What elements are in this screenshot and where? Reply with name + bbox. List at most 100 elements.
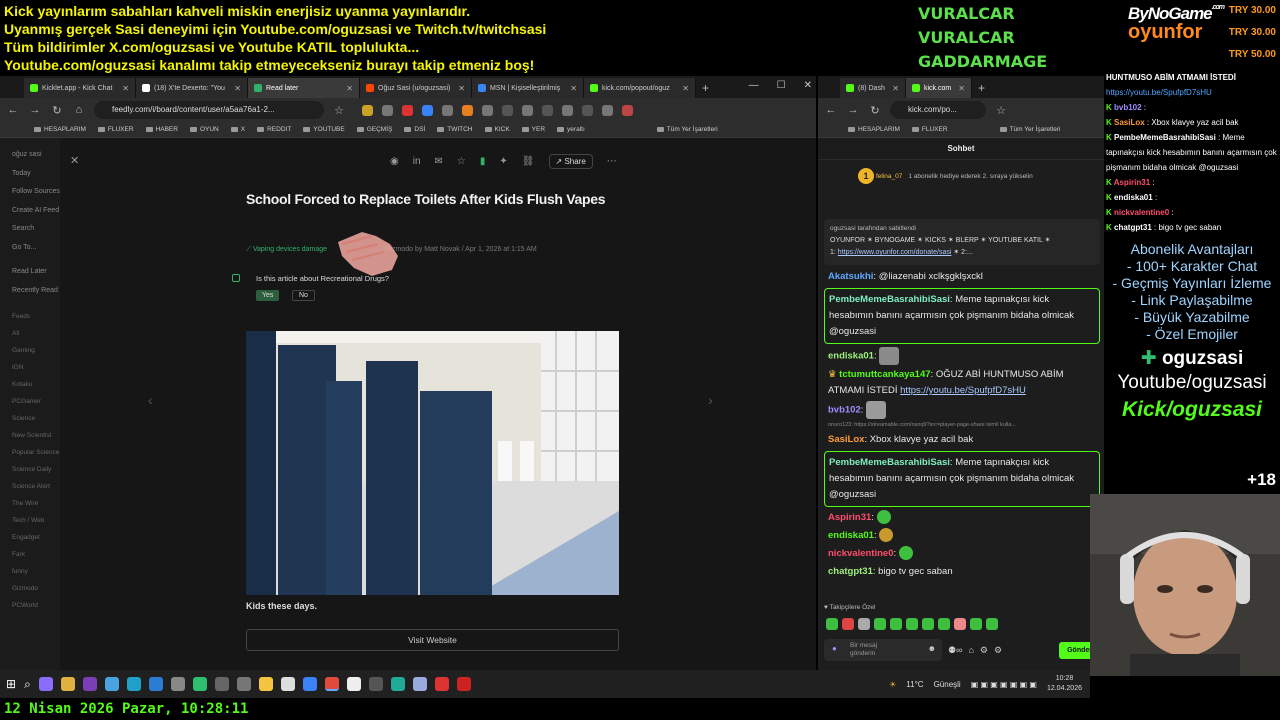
app-icon[interactable] xyxy=(126,677,141,691)
bookmark-item[interactable]: TWITCH xyxy=(437,126,472,133)
next-article-icon[interactable]: › xyxy=(708,392,713,408)
home-icon[interactable]: ⌂ xyxy=(72,104,86,116)
bookmark-item[interactable]: FLUXER xyxy=(912,126,948,133)
close-icon[interactable]: ✕ xyxy=(958,84,965,93)
topic-tag[interactable]: ⟋ Vaping devices damage xyxy=(246,246,327,253)
extension-icon[interactable] xyxy=(522,104,533,116)
app-icon[interactable] xyxy=(192,677,207,691)
extension-icon[interactable] xyxy=(502,104,513,116)
bookmark-item[interactable]: REDDIT xyxy=(257,126,291,133)
onenote-icon[interactable] xyxy=(82,677,97,691)
no-button[interactable]: No xyxy=(292,290,315,301)
bookmark-item[interactable]: YER xyxy=(522,126,545,133)
app-icon[interactable] xyxy=(368,677,383,691)
bookmark-item[interactable]: DSİ xyxy=(404,126,425,133)
feed-item[interactable]: PCGamer xyxy=(12,393,60,410)
mod-icon[interactable]: ⚙ xyxy=(994,645,1002,656)
settings-icon[interactable]: ⚙ xyxy=(980,645,988,656)
chat-username[interactable]: Akatsukhi xyxy=(828,271,873,282)
maximize-icon[interactable]: ☐ xyxy=(777,80,786,91)
chat-username[interactable]: PembeMemeBasrahibiSasi xyxy=(829,294,950,305)
chrome-icon[interactable] xyxy=(324,677,339,691)
feed-item[interactable]: Science Daily xyxy=(12,461,60,478)
minimize-icon[interactable]: — xyxy=(749,80,759,91)
more-icon[interactable]: ⋯ xyxy=(607,156,617,167)
browser-tab[interactable]: (18) X'te Dexerto: "You ✕ xyxy=(136,78,248,98)
gizmodo-icon[interactable]: ◉ xyxy=(390,156,399,167)
app-icon[interactable] xyxy=(38,677,53,691)
visit-website-button[interactable]: Visit Website xyxy=(246,629,619,651)
feed-item[interactable]: Engadget xyxy=(12,529,60,546)
feed-item[interactable]: Popular Science xyxy=(12,444,60,461)
emoji-icon[interactable]: ☻ xyxy=(928,645,936,653)
linkedin-icon[interactable]: in xyxy=(413,156,421,167)
weather-icon[interactable]: ☀ xyxy=(889,680,896,689)
ai-icon[interactable]: ✦ xyxy=(499,156,507,167)
feed-item[interactable]: Gaming xyxy=(12,342,60,359)
link-icon[interactable]: ⛓ xyxy=(522,156,535,167)
mic-icon[interactable]: ● xyxy=(832,645,837,653)
feed-item[interactable]: IGN xyxy=(12,359,60,376)
feedly-user[interactable]: oğuz sasi xyxy=(12,146,60,165)
app-icon[interactable] xyxy=(236,677,251,691)
share-button[interactable]: ↗ Share xyxy=(548,154,593,169)
feed-item[interactable]: The Wire xyxy=(12,495,60,512)
sidebar-item-search[interactable]: Search xyxy=(12,220,60,239)
extension-icon[interactable] xyxy=(362,104,373,116)
store-icon[interactable]: ⌂ xyxy=(968,645,973,655)
bookmark-item[interactable]: FLUXER xyxy=(98,126,134,133)
mail-icon[interactable]: ✉ xyxy=(435,156,443,167)
feed-item[interactable]: Gizmodo xyxy=(12,580,60,597)
feed-item[interactable]: funny xyxy=(12,563,60,580)
bookmark-star-icon[interactable]: ☆ xyxy=(994,104,1008,117)
sidebar-item-create[interactable]: Create AI Feed xyxy=(12,202,60,221)
star-icon[interactable]: ☆ xyxy=(457,156,466,167)
bookmark-star-icon[interactable]: ☆ xyxy=(332,104,346,117)
clock[interactable]: 10:28 12.04.2026 xyxy=(1047,674,1082,694)
bookmark-item[interactable]: X xyxy=(231,126,245,133)
app-icon[interactable] xyxy=(456,677,471,691)
app-icon[interactable] xyxy=(258,677,273,691)
chat-link[interactable]: https://youtu.be/SpufpfD7sHU xyxy=(900,385,1026,396)
chat-username[interactable]: bvb102 xyxy=(828,405,861,416)
bookmark-item[interactable]: yeraltı xyxy=(557,126,585,133)
extension-icon[interactable] xyxy=(562,104,573,116)
forward-icon[interactable]: → xyxy=(846,104,860,116)
close-icon[interactable]: ✕ xyxy=(892,84,899,93)
extension-icon[interactable] xyxy=(602,104,613,116)
prev-article-icon[interactable]: ‹ xyxy=(148,392,153,408)
feed-item[interactable]: Kotaku xyxy=(12,376,60,393)
emote-button[interactable] xyxy=(922,618,934,630)
bookmark-item[interactable]: HABER xyxy=(146,126,178,133)
emote-button[interactable] xyxy=(842,618,854,630)
close-icon[interactable]: ✕ xyxy=(682,84,689,93)
chat-tools-icon[interactable]: ⚉∞ xyxy=(948,645,962,656)
reload-icon[interactable]: ↻ xyxy=(50,104,64,117)
edge-icon[interactable] xyxy=(148,677,163,691)
app-icon[interactable] xyxy=(280,677,295,691)
app-icon[interactable] xyxy=(104,677,119,691)
close-article-icon[interactable]: ✕ xyxy=(70,154,79,167)
folder-icon[interactable] xyxy=(60,677,75,691)
browser-tab-active[interactable]: Read later ✕ xyxy=(248,78,360,98)
sidebar-item-follow[interactable]: Follow Sources xyxy=(12,183,60,202)
chat-username[interactable]: chatgpt31 xyxy=(828,566,873,577)
feed-item[interactable]: Science Alert xyxy=(12,478,60,495)
all-bookmarks-folder[interactable]: Tüm Yer İşaretleri xyxy=(1000,126,1061,133)
pinned-link[interactable]: https://www.oyunfor.com/donate/sasi xyxy=(838,249,952,256)
browser-tab[interactable]: kick.com/popout/oguz ✕ xyxy=(584,78,696,98)
extension-icon[interactable] xyxy=(442,104,453,116)
chat-username[interactable]: tctumuttcankaya147 xyxy=(839,369,930,380)
emote-button[interactable] xyxy=(890,618,902,630)
browser-tab[interactable]: Kicklet.app - Kick Chat ✕ xyxy=(24,78,136,98)
sidebar-item-goto[interactable]: Go To... xyxy=(12,239,60,258)
sidebar-item-recently-read[interactable]: Recently Read xyxy=(12,282,60,301)
browser-tab[interactable]: (8) Dash ✕ xyxy=(840,78,906,98)
close-icon[interactable]: ✕ xyxy=(122,84,129,93)
article-image[interactable] xyxy=(246,331,619,595)
extension-icon[interactable] xyxy=(422,104,433,116)
emote-button[interactable] xyxy=(954,618,966,630)
all-bookmarks-folder[interactable]: Tüm Yer İşaretleri xyxy=(657,126,718,133)
close-icon[interactable]: ✕ xyxy=(570,84,577,93)
app-icon[interactable] xyxy=(302,677,317,691)
